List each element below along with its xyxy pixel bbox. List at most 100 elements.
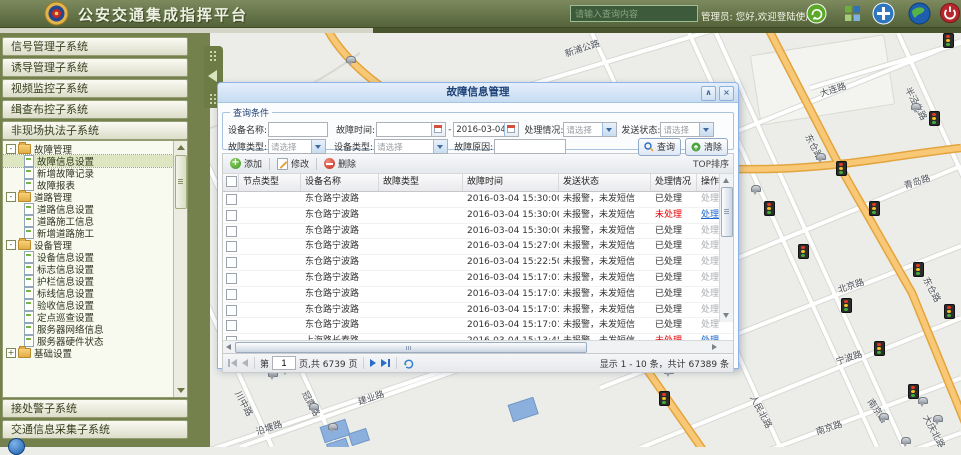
column-header-device-name[interactable]: 设备名称 bbox=[301, 174, 379, 191]
tree-node[interactable]: 新增故障记录 bbox=[3, 167, 173, 179]
accordion-panel-header[interactable]: 诱导管理子系统 bbox=[2, 58, 188, 77]
table-row[interactable]: 东仓路宁波路 2016-03-04 15:30:00 未报警，未发短信 已处理 … bbox=[223, 192, 733, 208]
window-titlebar[interactable]: 故障信息管理 ∧ × bbox=[218, 83, 738, 103]
column-header-fault-time[interactable]: 故障时间 bbox=[463, 174, 559, 191]
page-number-input[interactable] bbox=[272, 356, 296, 370]
app-grid-icon[interactable] bbox=[845, 6, 860, 24]
collapse-window-icon[interactable]: ∧ bbox=[701, 86, 716, 101]
tree-expand-toggle[interactable] bbox=[6, 192, 16, 202]
last-page-button[interactable] bbox=[380, 358, 391, 368]
traffic-light-marker[interactable] bbox=[841, 298, 852, 313]
fault-time-to-field[interactable]: 2016-03-04 bbox=[453, 122, 519, 137]
first-page-button[interactable] bbox=[227, 358, 238, 368]
tree-expand-toggle[interactable] bbox=[6, 240, 16, 250]
scroll-down-arrow-icon[interactable] bbox=[177, 388, 185, 393]
dropdown-arrow-icon[interactable] bbox=[699, 123, 713, 136]
recycle-icon[interactable] bbox=[806, 3, 827, 27]
accordion-panel-header[interactable]: 缉查布控子系统 bbox=[2, 100, 188, 119]
delete-button[interactable]: 删除 bbox=[321, 156, 359, 171]
row-checkbox[interactable] bbox=[226, 289, 237, 300]
tree-scrollbar[interactable] bbox=[173, 141, 187, 397]
row-checkbox[interactable] bbox=[226, 273, 237, 284]
scrollbar-thumb[interactable] bbox=[721, 187, 733, 237]
column-header-handle-status[interactable]: 处理情况 bbox=[651, 174, 697, 191]
table-row[interactable]: 东仓路宁波路 2016-03-04 15:22:50 未报警，未发短信 已处理 … bbox=[223, 255, 733, 271]
device-type-select[interactable]: 请选择 bbox=[374, 139, 448, 154]
camera-marker[interactable] bbox=[917, 397, 927, 407]
scroll-left-arrow-icon[interactable] bbox=[226, 344, 231, 350]
traffic-light-marker[interactable] bbox=[659, 391, 670, 406]
scroll-right-arrow-icon[interactable] bbox=[712, 344, 717, 350]
accordion-panel-header[interactable]: 信号管理子系统 bbox=[2, 37, 188, 56]
camera-marker[interactable] bbox=[900, 437, 910, 447]
camera-marker[interactable] bbox=[878, 413, 888, 423]
row-checkbox[interactable] bbox=[226, 210, 237, 221]
camera-marker[interactable] bbox=[327, 423, 337, 433]
fault-reason-input[interactable] bbox=[494, 139, 566, 154]
select-all-checkbox[interactable] bbox=[226, 176, 237, 187]
tree-node[interactable]: 故障报表 bbox=[3, 179, 173, 191]
tree-node[interactable]: 新增道路施工 bbox=[3, 227, 173, 239]
camera-marker[interactable] bbox=[815, 153, 825, 163]
row-checkbox[interactable] bbox=[226, 241, 237, 252]
column-header-node-type[interactable]: 节点类型 bbox=[239, 174, 301, 191]
grid-horizontal-scrollbar[interactable] bbox=[223, 340, 733, 353]
traffic-light-marker[interactable] bbox=[913, 262, 924, 277]
device-name-input[interactable] bbox=[268, 122, 328, 137]
header-search-input[interactable] bbox=[570, 5, 698, 22]
add-plus-icon[interactable] bbox=[872, 2, 895, 28]
camera-marker[interactable] bbox=[750, 185, 760, 195]
clear-button[interactable]: 清除 bbox=[685, 138, 728, 156]
tree-node[interactable]: 基础设置 bbox=[3, 347, 173, 359]
tree-expand-toggle[interactable] bbox=[6, 348, 16, 358]
row-checkbox[interactable] bbox=[226, 194, 237, 205]
camera-marker[interactable] bbox=[910, 103, 920, 113]
dropdown-arrow-icon[interactable] bbox=[433, 140, 447, 153]
traffic-light-marker[interactable] bbox=[836, 161, 847, 176]
scroll-up-arrow-icon[interactable] bbox=[723, 178, 729, 183]
scroll-down-arrow-icon[interactable] bbox=[723, 313, 729, 318]
traffic-light-marker[interactable] bbox=[869, 201, 880, 216]
column-header-send-status[interactable]: 发送状态 bbox=[559, 174, 651, 191]
camera-marker[interactable] bbox=[308, 403, 318, 413]
row-checkbox[interactable] bbox=[226, 226, 237, 237]
next-page-button[interactable] bbox=[369, 358, 377, 368]
row-checkbox[interactable] bbox=[226, 257, 237, 268]
select-all-header[interactable] bbox=[223, 174, 239, 191]
traffic-light-marker[interactable] bbox=[929, 111, 940, 126]
scroll-up-arrow-icon[interactable] bbox=[177, 145, 185, 150]
globe-icon[interactable] bbox=[908, 2, 931, 28]
accordion-panel-header[interactable]: 非现场执法子系统 bbox=[2, 121, 188, 140]
tree-scrollbar-thumb[interactable] bbox=[175, 155, 187, 209]
refresh-button[interactable] bbox=[402, 357, 415, 370]
close-window-icon[interactable]: × bbox=[719, 86, 734, 101]
traffic-light-marker[interactable] bbox=[944, 304, 955, 319]
fault-type-select[interactable]: 请选择 bbox=[268, 139, 326, 154]
grid-vertical-scrollbar[interactable] bbox=[719, 174, 733, 322]
calendar-icon[interactable] bbox=[504, 123, 518, 136]
table-row[interactable]: 东仓路宁波路 2016-03-04 15:30:00 未报警，未发短信 未处理 … bbox=[223, 208, 733, 224]
edit-button[interactable]: 修改 bbox=[274, 156, 312, 171]
tree-node[interactable]: 服务器硬件状态 bbox=[3, 335, 173, 347]
table-row[interactable]: 东仓路宁波路 2016-03-04 15:17:01 未报警，未发短信 已处理 … bbox=[223, 287, 733, 303]
camera-marker[interactable] bbox=[345, 56, 355, 66]
power-icon[interactable] bbox=[940, 3, 960, 26]
accordion-panel-header[interactable]: 接处警子系统 bbox=[2, 399, 188, 418]
table-row[interactable]: 东仓路宁波路 2016-03-04 15:27:00 未报警，未发短信 已处理 … bbox=[223, 239, 733, 255]
send-status-select[interactable]: 请选择 bbox=[660, 122, 714, 137]
camera-marker[interactable] bbox=[932, 415, 942, 425]
table-row[interactable]: 东仓路宁波路 2016-03-04 15:30:00 未报警，未发短信 已处理 … bbox=[223, 224, 733, 240]
calendar-icon[interactable] bbox=[431, 123, 445, 136]
traffic-light-marker[interactable] bbox=[798, 244, 809, 259]
traffic-light-marker[interactable] bbox=[764, 201, 775, 216]
top-sort-control[interactable]: TOP排序 bbox=[693, 157, 729, 170]
dropdown-arrow-icon[interactable] bbox=[311, 140, 325, 153]
fault-time-from-field[interactable] bbox=[376, 122, 446, 137]
accordion-panel-header[interactable]: 交通信息采集子系统 bbox=[2, 420, 188, 439]
table-row[interactable]: 东仓路宁波路 2016-03-04 15:17:01 未报警，未发短信 已处理 … bbox=[223, 303, 733, 319]
row-checkbox[interactable] bbox=[226, 305, 237, 316]
row-checkbox[interactable] bbox=[226, 320, 237, 331]
traffic-light-marker[interactable] bbox=[874, 341, 885, 356]
scrollbar-thumb[interactable] bbox=[235, 342, 587, 353]
traffic-light-marker[interactable] bbox=[943, 33, 954, 48]
